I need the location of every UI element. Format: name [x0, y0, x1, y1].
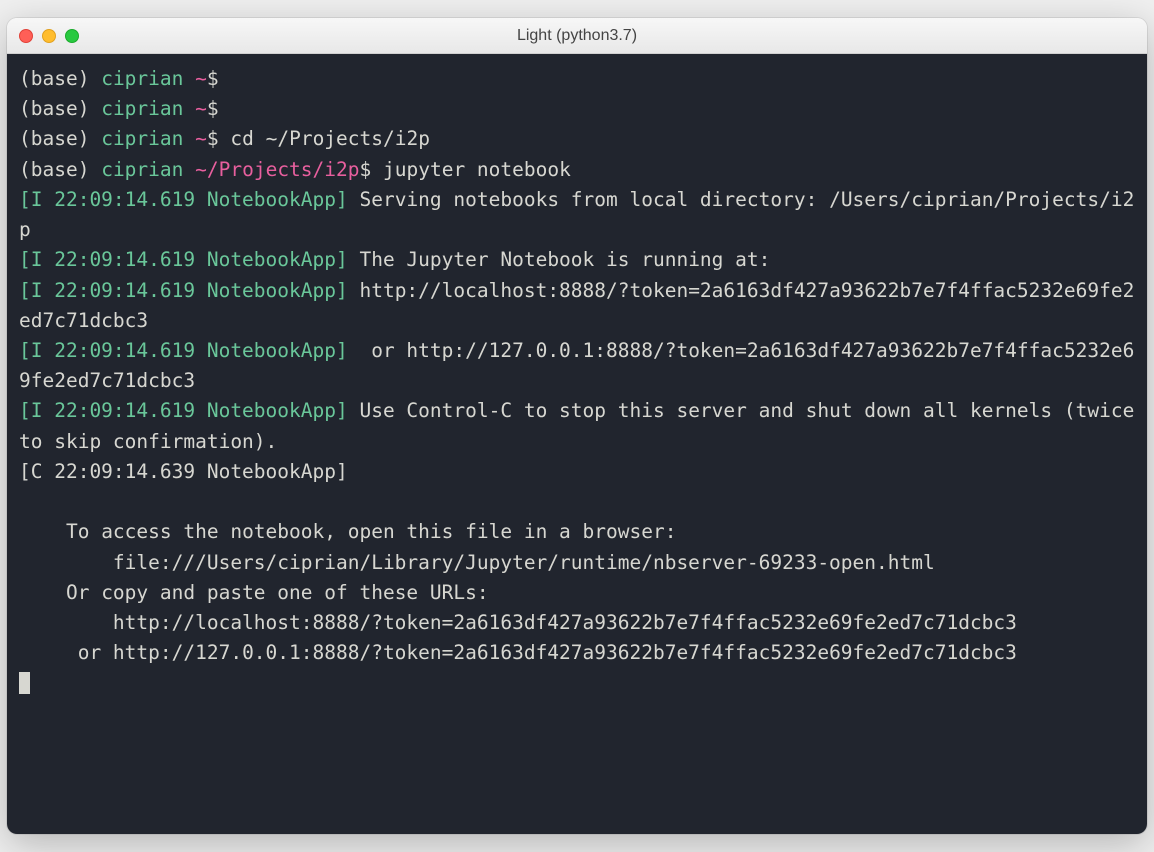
prompt-user: ciprian — [101, 158, 183, 181]
prompt-dollar: $ — [207, 97, 219, 120]
log-msg: The Jupyter Notebook is running at: — [348, 248, 771, 271]
log-info-tag: [I 22:09:14.619 NotebookApp] — [19, 188, 348, 211]
prompt-cmd: jupyter notebook — [383, 158, 571, 181]
terminal-window: Light (python3.7) (base) ciprian ~$ (bas… — [7, 18, 1147, 834]
prompt-env: (base) — [19, 158, 89, 181]
prompt-env: (base) — [19, 97, 89, 120]
minimize-icon[interactable] — [42, 29, 56, 43]
log-info-tag: [I 22:09:14.619 NotebookApp] — [19, 399, 348, 422]
log-critical-tag: [C 22:09:14.639 NotebookApp] — [19, 460, 348, 483]
prompt-dollar: $ — [360, 158, 372, 181]
prompt-env: (base) — [19, 127, 89, 150]
prompt-cmd: cd ~/Projects/i2p — [230, 127, 430, 150]
prompt-path: ~ — [195, 97, 207, 120]
window-title: Light (python3.7) — [517, 27, 637, 45]
prompt-path: ~ — [195, 127, 207, 150]
prompt-user: ciprian — [101, 127, 183, 150]
titlebar[interactable]: Light (python3.7) — [7, 18, 1147, 54]
maximize-icon[interactable] — [65, 29, 79, 43]
close-icon[interactable] — [19, 29, 33, 43]
log-info-tag: [I 22:09:14.619 NotebookApp] — [19, 248, 348, 271]
terminal-body[interactable]: (base) ciprian ~$ (base) ciprian ~$ (bas… — [7, 54, 1147, 834]
traffic-lights — [19, 29, 79, 43]
prompt-path: ~/Projects/i2p — [195, 158, 359, 181]
prompt-env: (base) — [19, 67, 89, 90]
prompt-path: ~ — [195, 67, 207, 90]
log-info-tag: [I 22:09:14.619 NotebookApp] — [19, 279, 348, 302]
log-info-tag: [I 22:09:14.619 NotebookApp] — [19, 339, 348, 362]
prompt-user: ciprian — [101, 67, 183, 90]
cursor-icon — [19, 672, 30, 694]
log-block: To access the notebook, open this file i… — [19, 520, 1017, 664]
prompt-dollar: $ — [207, 127, 219, 150]
prompt-user: ciprian — [101, 97, 183, 120]
prompt-dollar: $ — [207, 67, 219, 90]
